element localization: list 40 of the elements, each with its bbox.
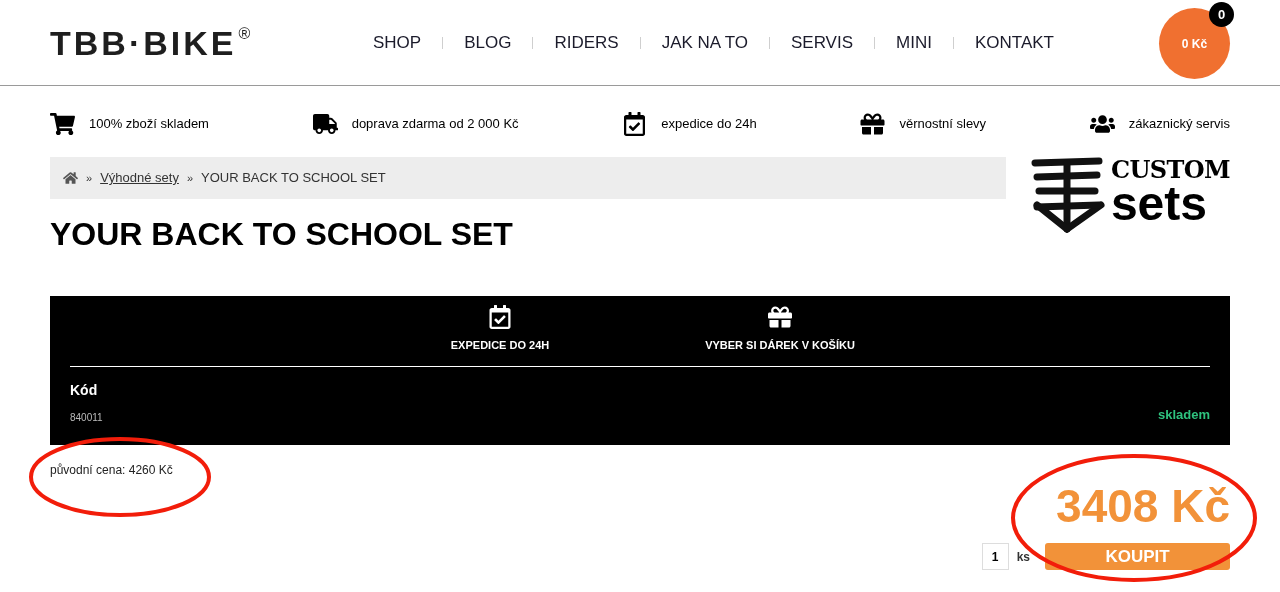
breadcrumb-separator: »: [86, 170, 93, 186]
cart-icon: [50, 112, 75, 136]
brand-logo-text: CUSTOM: [1110, 157, 1230, 183]
unit-label: ks: [1016, 548, 1030, 566]
breadcrumb-current: YOUR BACK TO SCHOOL SET: [201, 169, 386, 188]
page-title: YOUR BACK TO SCHOOL SET: [50, 215, 514, 254]
truck-icon: [312, 112, 338, 136]
availability-status: skladem: [1157, 406, 1210, 424]
cart-count-badge: 0: [1209, 2, 1234, 27]
site-logo[interactable]: TBB·BIKE: [50, 25, 237, 60]
feature-text: věrnostní slevy: [899, 115, 987, 134]
code-label: Kód: [70, 381, 98, 399]
gift-icon: [860, 112, 886, 136]
nav-link[interactable]: RIDERS: [554, 29, 619, 56]
benefit-label: EXPEDICE DO 24H: [450, 338, 550, 353]
brand-logo-text: sets: [1110, 183, 1207, 225]
calendar-check-icon: [488, 305, 512, 329]
benefit-label: VYBER SI DÁREK V KOŠÍKU: [705, 338, 855, 353]
breadcrumb-link[interactable]: Výhodné sety: [100, 168, 179, 188]
gift-icon: [768, 305, 792, 329]
original-price: původní cena: 4260 Kč: [50, 462, 173, 479]
feature-text: doprava zdarma od 2 000 Kč: [351, 115, 519, 134]
quantity-field[interactable]: 1: [981, 543, 1009, 570]
product-code: 840011: [70, 410, 103, 425]
product-price: 3408 Kč: [1056, 482, 1230, 530]
home-icon[interactable]: [63, 171, 78, 185]
feature-text: expedice do 24h: [661, 115, 757, 134]
registered-mark: ®: [238, 25, 251, 42]
feature-text: 100% zboží skladem: [89, 115, 209, 134]
nav-link[interactable]: SHOP: [373, 29, 422, 56]
nav-link[interactable]: SERVIS: [790, 29, 854, 56]
people-icon: [1089, 112, 1115, 136]
feature-text: zákaznický servis: [1128, 115, 1230, 134]
nav-link[interactable]: KONTAKT: [974, 29, 1054, 56]
nav-link[interactable]: JAK NA TO: [661, 29, 748, 56]
breadcrumb-separator: »: [186, 170, 194, 186]
brand-mark-icon: [1030, 157, 1105, 233]
nav-link[interactable]: MINI: [896, 29, 932, 56]
nav-link[interactable]: BLOG: [464, 29, 512, 56]
calendar-check-icon: [622, 112, 648, 136]
